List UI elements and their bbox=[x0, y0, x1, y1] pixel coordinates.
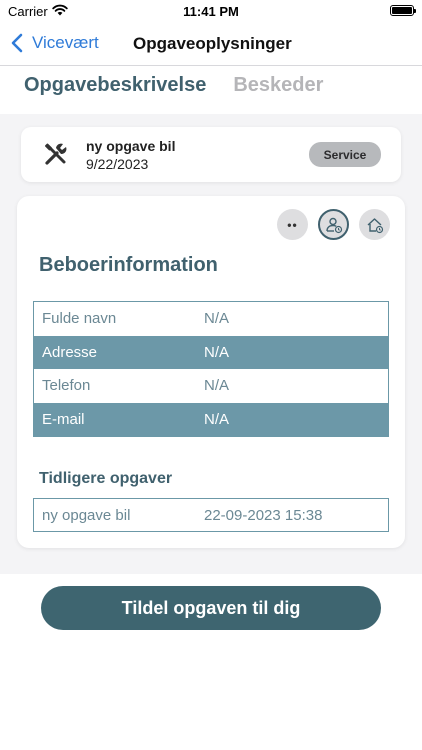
info-value: N/A bbox=[204, 410, 230, 428]
navigation-bar: Vicevært Opgaveoplysninger bbox=[0, 24, 422, 66]
task-date: 9/22/2023 bbox=[86, 156, 149, 172]
more-icon[interactable]: •• bbox=[277, 209, 308, 240]
person-clock-glyph bbox=[325, 217, 342, 233]
tab-messages[interactable]: Beskeder bbox=[233, 74, 323, 97]
tools-icon bbox=[45, 143, 67, 165]
resident-info-card: •• Beboerinformation Fulde navn N/A Adre… bbox=[17, 196, 405, 548]
info-row-email: E-mail N/A bbox=[34, 402, 388, 436]
clock: 11:41 PM bbox=[183, 4, 239, 19]
tab-bar: Opgavebeskrivelse Beskeder bbox=[24, 74, 323, 97]
chevron-left-icon bbox=[11, 33, 23, 53]
previous-task-row[interactable]: ny opgave bil 22-09-2023 15:38 bbox=[33, 498, 389, 532]
info-label: Adresse bbox=[42, 343, 98, 361]
info-row-address: Adresse N/A bbox=[34, 335, 388, 369]
previous-task-name: ny opgave bil bbox=[42, 506, 131, 524]
info-value: N/A bbox=[204, 310, 230, 328]
task-name: ny opgave bil bbox=[86, 138, 176, 154]
person-clock-icon[interactable] bbox=[318, 209, 349, 240]
back-button[interactable]: Vicevært bbox=[10, 33, 99, 53]
category-badge: Service bbox=[309, 142, 381, 167]
info-value: N/A bbox=[204, 343, 230, 361]
page-title: Opgaveoplysninger bbox=[133, 34, 292, 53]
previous-tasks-title: Tidligere opgaver bbox=[39, 470, 173, 487]
tab-description[interactable]: Opgavebeskrivelse bbox=[24, 74, 206, 97]
battery-icon bbox=[390, 5, 416, 16]
home-clock-icon[interactable] bbox=[359, 209, 390, 240]
back-label: Vicevært bbox=[32, 33, 99, 52]
status-bar: Carrier 11:41 PM bbox=[0, 0, 422, 24]
resident-info-table: Fulde navn N/A Adresse N/A Telefon N/A E… bbox=[33, 301, 389, 437]
info-row-phone: Telefon N/A bbox=[34, 369, 388, 403]
resident-info-title: Beboerinformation bbox=[39, 254, 218, 276]
info-label: Fulde navn bbox=[42, 310, 117, 328]
info-label: Telefon bbox=[42, 377, 91, 395]
previous-task-datetime: 22-09-2023 15:38 bbox=[204, 506, 323, 524]
task-card: ny opgave bil 9/22/2023 Service bbox=[21, 127, 401, 182]
home-clock-glyph bbox=[367, 217, 383, 233]
assign-task-button[interactable]: Tildel opgaven til dig bbox=[41, 586, 381, 630]
info-value: N/A bbox=[204, 377, 230, 395]
info-row-name: Fulde navn N/A bbox=[34, 302, 388, 336]
info-label: E-mail bbox=[42, 410, 85, 428]
